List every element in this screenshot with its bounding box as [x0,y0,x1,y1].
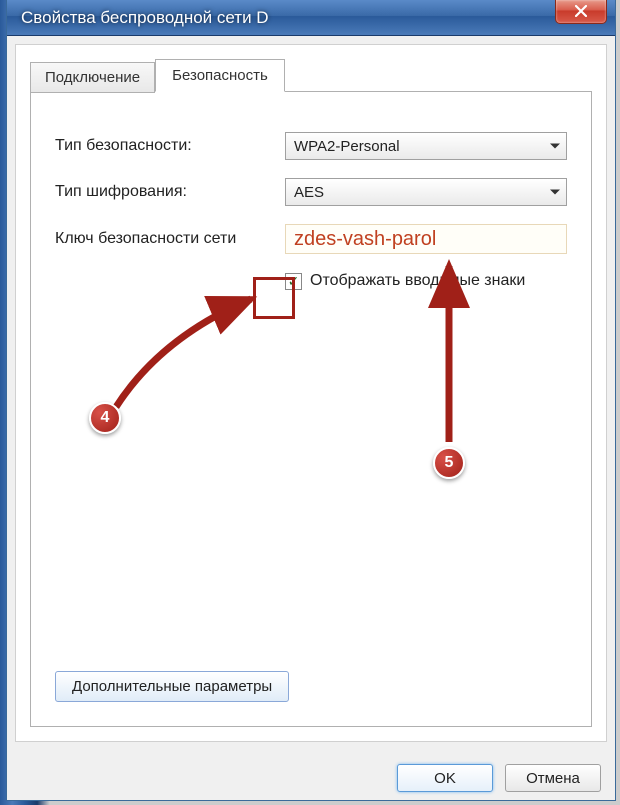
label-encryption: Тип шифрования: [55,183,285,201]
row-show-chars: ✓ Отображать вводимые знаки [285,272,567,290]
select-encryption-value: AES [294,184,324,201]
check-icon: ✓ [288,273,300,290]
annotation-marker-5: 5 [433,447,465,479]
close-button[interactable] [555,0,607,24]
row-security-type: Тип безопасности: WPA2-Personal [55,132,567,160]
ok-button[interactable]: OK [397,764,493,792]
select-security-type[interactable]: WPA2-Personal [285,132,567,160]
annotation-marker-4: 4 [89,402,121,434]
select-encryption[interactable]: AES [285,178,567,206]
label-security-type: Тип безопасности: [55,137,285,155]
annotation-arrow-4 [101,287,271,417]
select-security-type-value: WPA2-Personal [294,138,400,155]
input-security-key[interactable]: zdes-vash-parol [285,224,567,254]
dialog-button-bar: OK Отмена [7,750,615,800]
titlebar[interactable]: Свойства беспроводной сети D [7,0,615,36]
chevron-down-icon [550,144,560,149]
label-show-chars: Отображать вводимые знаки [310,272,525,290]
advanced-settings-button[interactable]: Дополнительные параметры [55,671,289,702]
row-encryption: Тип шифрования: AES [55,178,567,206]
row-security-key: Ключ безопасности сети zdes-vash-parol [55,224,567,254]
tab-connection[interactable]: Подключение [30,62,155,93]
tab-security[interactable]: Безопасность [155,59,285,92]
cancel-button[interactable]: Отмена [505,764,601,792]
window-title: Свойства беспроводной сети D [21,8,269,28]
dialog-window: Свойства беспроводной сети D Подключение… [6,0,616,801]
tab-panel-security: Тип безопасности: WPA2-Personal Тип шифр… [30,91,592,727]
input-security-key-value: zdes-vash-parol [294,228,436,251]
label-security-key: Ключ безопасности сети [55,230,285,248]
checkbox-show-chars[interactable]: ✓ [285,273,302,290]
close-icon [575,4,587,20]
tab-bar: Подключение Безопасность [30,59,592,92]
chevron-down-icon [550,190,560,195]
client-area: Подключение Безопасность Тип безопасност… [15,44,607,742]
